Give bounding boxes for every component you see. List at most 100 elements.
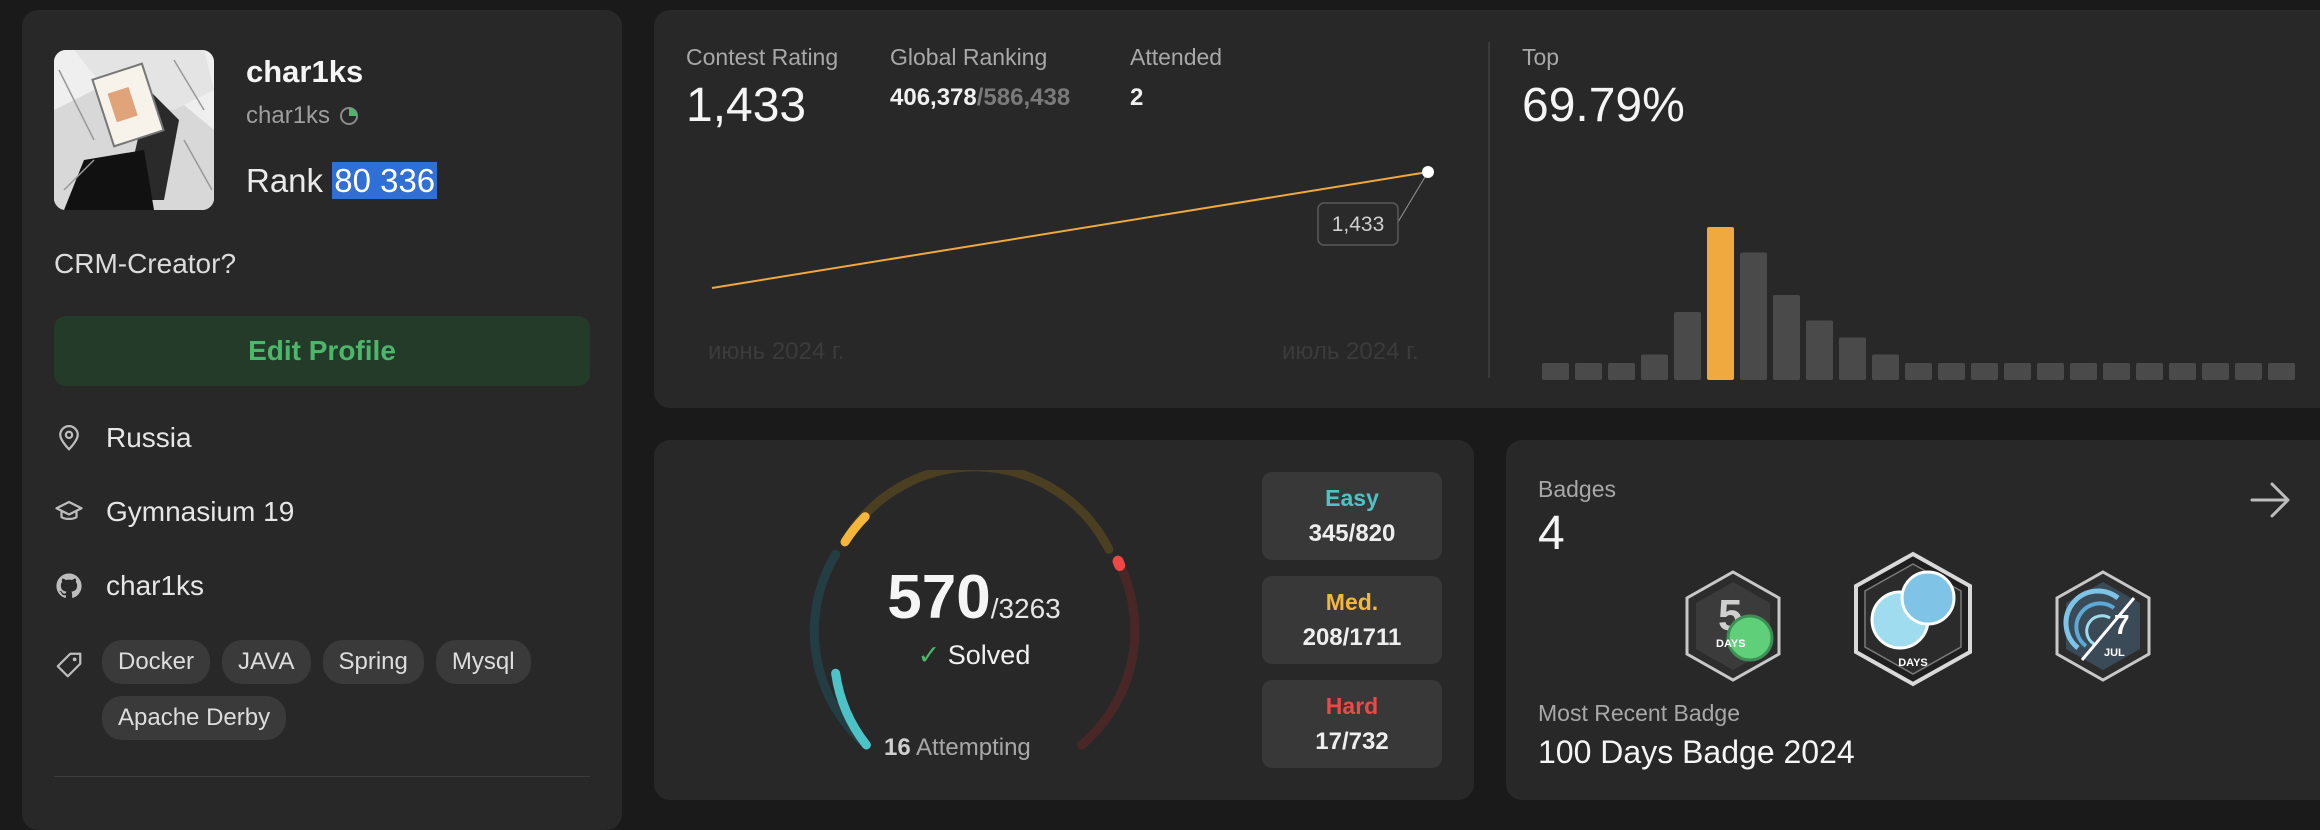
histogram-bar[interactable] (2004, 363, 2031, 380)
histogram-bar[interactable] (2070, 363, 2097, 380)
histogram-bar[interactable] (1806, 320, 1833, 381)
histogram-bar[interactable] (1839, 337, 1866, 381)
histogram-bar[interactable] (1608, 363, 1635, 380)
histogram-bar[interactable] (2136, 363, 2163, 380)
avatar-image (54, 50, 214, 210)
solved-problems-card: 570/3263 ✓ Solved 16 Attempting Easy 345… (654, 440, 1474, 800)
location-text: Russia (106, 422, 192, 453)
handle-text: char1ks (246, 102, 331, 129)
badges-count: 4 (1538, 507, 1565, 560)
school-text: Gymnasium 19 (106, 496, 295, 527)
skill-tag[interactable]: Apache Derby (102, 696, 287, 740)
rank-label: Rank (246, 162, 324, 199)
medium-value: 208/1711 (1302, 624, 1402, 651)
tag-icon (56, 652, 82, 678)
handle[interactable]: char1ks (246, 102, 360, 130)
solved-number: 570 (887, 563, 991, 632)
rating-tooltip-text: 1,433 (1332, 213, 1385, 236)
skill-tag[interactable]: Mysql (435, 640, 531, 684)
histogram-bar[interactable] (1905, 363, 1932, 380)
histogram-bar[interactable] (1575, 363, 1602, 380)
easy-stat[interactable]: Easy 345/820 (1262, 472, 1442, 560)
attended-label: Attended (1130, 44, 1223, 70)
histogram-bar[interactable] (1740, 252, 1767, 381)
badge1-text: DAYS (1716, 638, 1746, 650)
rating-point[interactable] (1422, 166, 1434, 178)
global-ranking-value: 406,378/586,438 (890, 84, 1070, 112)
100-days-badge-icon[interactable]: DAYS (1848, 550, 1978, 690)
histogram-bar[interactable] (2268, 363, 2295, 380)
global-rank: 406,378 (890, 84, 977, 111)
global-total: /586,438 (976, 84, 1071, 111)
location-row: Russia (54, 422, 192, 454)
edit-profile-button[interactable]: Edit Profile (54, 316, 590, 386)
attempting: 16 Attempting (884, 734, 1031, 762)
bio: CRM-Creator? (54, 248, 237, 279)
50-days-badge-icon[interactable]: 5 DAYS (1678, 568, 1788, 684)
badges-card: Badges 4 5 DAYS DAYS 7 JUL Most Recent B… (1506, 440, 2320, 800)
histogram-bar[interactable] (1641, 354, 1668, 381)
top-label: Top (1522, 44, 1560, 70)
easy-label: Easy (1325, 485, 1379, 511)
skill-tag[interactable]: Spring (322, 640, 424, 684)
location-pin-icon (59, 425, 79, 451)
histogram-bar[interactable] (1542, 363, 1569, 380)
histogram-bar[interactable] (2037, 363, 2064, 380)
histogram-bar[interactable] (2202, 363, 2229, 380)
rating-distribution-histogram[interactable] (1534, 200, 2314, 380)
username: char1ks (246, 54, 364, 89)
axis-date-start: июнь 2024 г. (708, 338, 845, 365)
histogram-bar[interactable] (1773, 295, 1800, 380)
check-icon: ✓ (917, 640, 941, 670)
arrow-right-icon[interactable] (2246, 476, 2294, 524)
easy-value: 345/820 (1308, 520, 1396, 547)
most-recent-badge-label: Most Recent Badge (1538, 700, 1741, 726)
hard-stat[interactable]: Hard 17/732 (1262, 680, 1442, 768)
tooltip-connector (1397, 171, 1429, 223)
global-ranking-label: Global Ranking (890, 44, 1048, 70)
skill-tag[interactable]: JAVA (222, 640, 311, 684)
medium-stat[interactable]: Med. 208/1711 (1262, 576, 1442, 664)
hard-label: Hard (1325, 693, 1379, 719)
github-row[interactable]: char1ks (54, 570, 204, 602)
skills-row (54, 650, 84, 680)
most-recent-badge-name: 100 Days Badge 2024 (1538, 734, 1855, 770)
histogram-bar[interactable] (1938, 363, 1965, 380)
histogram-bar[interactable] (2235, 363, 2262, 380)
july-daily-badge-icon[interactable]: 7 JUL (2048, 568, 2158, 684)
histogram-bar[interactable] (1872, 354, 1899, 381)
solved-count: 570/3263 (804, 562, 1144, 633)
vertical-separator (1488, 42, 1490, 378)
badges-label: Badges (1538, 476, 1617, 502)
solved-total: /3263 (990, 593, 1061, 624)
top-percent-value: 69.79% (1522, 79, 1685, 132)
hard-value: 17/732 (1315, 728, 1389, 755)
graduation-cap-icon (55, 500, 83, 520)
skill-tag[interactable]: Docker (102, 640, 211, 684)
skill-tags: Docker JAVA Spring Mysql Apache Derby (102, 640, 582, 740)
badge3-number: 7 (2114, 609, 2130, 640)
histogram-bar[interactable] (1971, 363, 1998, 380)
profile-card: char1ks char1ks Rank 80 336 CRM-Creator?… (22, 10, 622, 830)
divider (54, 776, 590, 777)
contest-rating-card: Contest Rating 1,433 Global Ranking 406,… (654, 10, 2320, 408)
rank-value: 80 336 (332, 162, 438, 199)
badge2-text: DAYS (1898, 657, 1928, 669)
histogram-bar[interactable] (2103, 363, 2130, 380)
school-row: Gymnasium 19 (54, 496, 294, 528)
contest-rating-label: Contest Rating (686, 44, 839, 70)
attended-value: 2 (1130, 84, 1144, 111)
solved-text: Solved (947, 640, 1031, 670)
avatar[interactable] (54, 50, 214, 210)
github-text: char1ks (106, 570, 205, 601)
github-icon (56, 573, 82, 598)
attempting-count: 16 (884, 734, 911, 761)
histogram-bar[interactable] (1674, 312, 1701, 380)
histogram-bar-current[interactable] (1707, 227, 1734, 380)
contest-rating-value: 1,433 (686, 79, 807, 132)
axis-date-end: июль 2024 г. (1282, 338, 1419, 365)
rank: Rank 80 336 (246, 162, 438, 200)
medium-track (840, 470, 1114, 554)
histogram-bar[interactable] (2169, 363, 2196, 380)
attempting-label: Attempting (916, 734, 1031, 761)
